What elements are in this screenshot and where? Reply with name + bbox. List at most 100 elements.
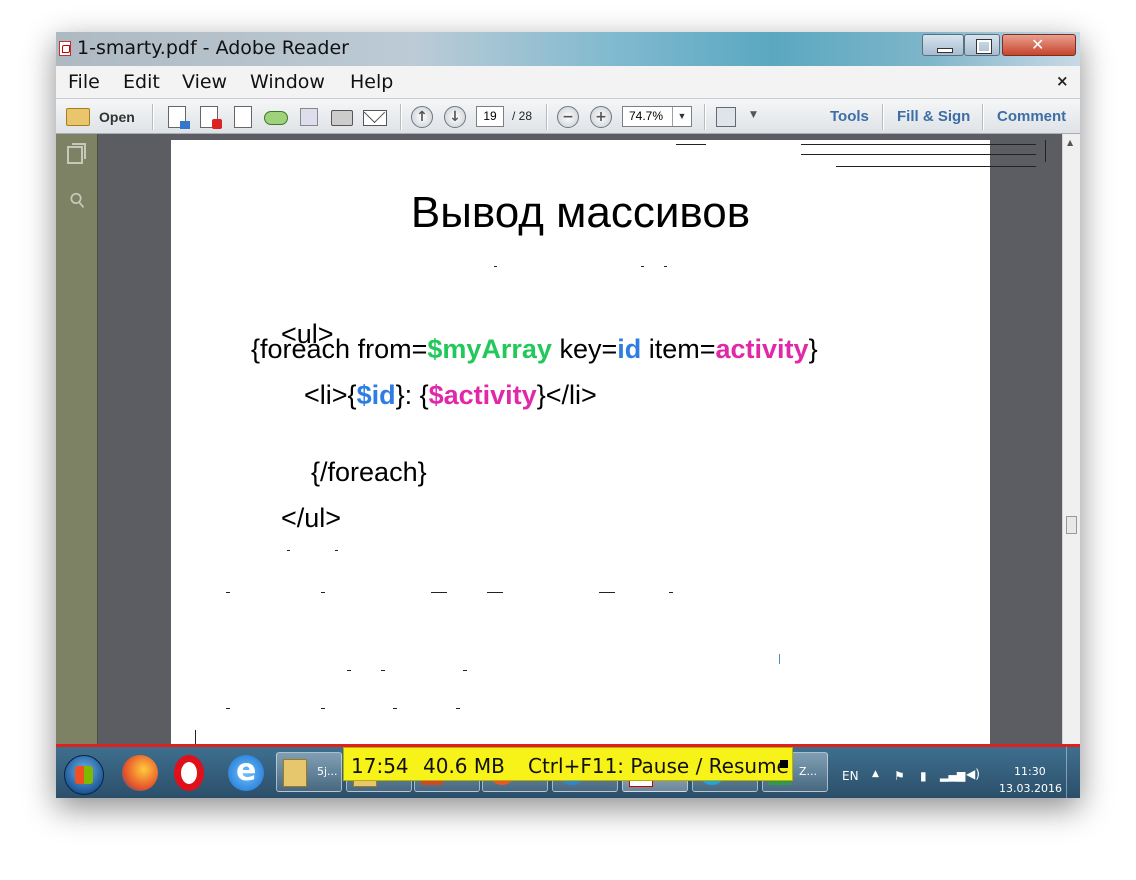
recorder-time: 17:54	[351, 754, 409, 778]
vertical-scrollbar[interactable]: ▲	[1062, 134, 1080, 746]
recorder-status-bar: 17:54 40.6 MB Ctrl+F11: Pause / Resume	[343, 747, 793, 781]
adobe-reader-window: 1-smarty.pdf - Adobe Reader File Edit Vi…	[56, 32, 1080, 798]
code-text: <li>{	[304, 380, 357, 410]
code-key: $id	[356, 380, 396, 410]
page-artifact	[801, 154, 1036, 155]
page-artifact	[641, 266, 644, 267]
title-bar[interactable]: 1-smarty.pdf - Adobe Reader	[56, 32, 1080, 66]
code-text: item=	[641, 334, 716, 364]
code-key: id	[617, 334, 642, 364]
page-artifact	[321, 592, 325, 593]
fit-page-icon[interactable]	[716, 107, 736, 127]
page-artifact	[321, 708, 325, 709]
slide-title: Вывод массивов	[410, 188, 751, 237]
stop-icon[interactable]	[780, 760, 788, 768]
page-artifact	[836, 166, 1036, 167]
show-desktop-button[interactable]	[1066, 747, 1080, 798]
maximize-button[interactable]	[964, 34, 1000, 56]
chevron-down-icon[interactable]: ▼	[672, 107, 691, 126]
pdf-file-icon	[59, 41, 71, 56]
volume-icon[interactable]: ◀)	[966, 767, 980, 781]
tools-button[interactable]: Tools	[830, 108, 869, 125]
email-icon[interactable]	[363, 110, 387, 126]
clock-time[interactable]: 11:30	[1014, 765, 1046, 778]
menu-file[interactable]: File	[68, 71, 100, 93]
open-button[interactable]: Open	[99, 109, 135, 125]
taskbar-button-explorer[interactable]: 5j...	[276, 752, 342, 792]
code-text: }</li>	[536, 380, 597, 410]
page-artifact	[335, 550, 338, 551]
code-item: $activity	[428, 380, 537, 410]
open-folder-icon[interactable]	[66, 108, 90, 126]
page-artifact	[431, 592, 447, 593]
opera-icon[interactable]	[174, 755, 204, 791]
battery-icon[interactable]: ▮	[920, 769, 927, 783]
page-artifact	[463, 670, 467, 671]
comment-button[interactable]: Comment	[997, 108, 1066, 125]
edit-doc-icon[interactable]	[234, 106, 252, 128]
network-signal-icon[interactable]: ▂▄▆	[940, 769, 965, 782]
taskbar-label: 5j...	[317, 765, 338, 778]
page-thumbnails-icon[interactable]	[67, 143, 86, 164]
folder-icon	[283, 759, 307, 787]
code-line: <li>{$id}: {$activity}</li>	[304, 380, 597, 411]
zoom-select[interactable]: 74.7% ▼	[622, 106, 692, 127]
page-artifact	[487, 592, 503, 593]
attachments-icon[interactable]: ⚲	[64, 186, 91, 214]
menu-window[interactable]: Window	[250, 71, 325, 93]
zoom-in-icon[interactable]: +	[590, 106, 612, 128]
pdf-page[interactable]: Вывод массивов <ul> {foreach from=$myArr…	[171, 140, 1046, 748]
language-indicator[interactable]: EN	[842, 769, 859, 783]
toolbar: Open ↑ ↓ 19 / 28 − + 74.7% ▼ ▼ Tools Fil…	[56, 98, 1080, 134]
toolbar-separator	[982, 104, 984, 130]
toolbar-separator	[152, 104, 154, 130]
fill-sign-button[interactable]: Fill & Sign	[897, 108, 970, 125]
minimize-button[interactable]	[922, 34, 964, 56]
firefox-icon[interactable]	[122, 755, 158, 791]
menu-help[interactable]: Help	[350, 71, 393, 93]
close-button[interactable]	[1002, 34, 1076, 56]
page-artifact	[287, 550, 290, 551]
chevron-down-icon[interactable]: ▼	[750, 110, 757, 120]
page-number-input[interactable]: 19	[476, 106, 504, 127]
window-title: 1-smarty.pdf - Adobe Reader	[77, 37, 349, 59]
page-artifact	[664, 266, 667, 267]
internet-explorer-icon[interactable]	[228, 753, 264, 791]
taskbar-label: Z...	[799, 765, 818, 778]
cloud-upload-icon[interactable]	[264, 111, 288, 125]
page-artifact	[226, 708, 230, 709]
zoom-out-icon[interactable]: −	[557, 106, 579, 128]
code-text: </ul>	[281, 503, 342, 533]
menu-bar: File Edit View Window Help ×	[56, 66, 1080, 98]
export-pdf-icon[interactable]	[200, 106, 222, 129]
save-icon[interactable]	[300, 108, 318, 126]
create-pdf-icon[interactable]	[168, 106, 190, 129]
toolbar-separator	[400, 104, 402, 130]
scrollbar-thumb[interactable]	[1066, 516, 1077, 534]
menu-view[interactable]: View	[182, 71, 227, 93]
scroll-up-icon[interactable]: ▲	[1067, 138, 1073, 147]
code-variable: $myArray	[427, 334, 552, 364]
windows-start-button[interactable]	[64, 755, 104, 795]
next-page-icon[interactable]: ↓	[444, 106, 466, 128]
page-artifact	[226, 592, 230, 593]
clock-date[interactable]: 13.03.2016	[999, 782, 1062, 795]
document-close-icon[interactable]: ×	[1056, 72, 1069, 90]
page-artifact	[599, 592, 615, 593]
action-center-flag-icon[interactable]: ⚑	[894, 769, 905, 783]
print-icon[interactable]	[331, 110, 353, 126]
menu-edit[interactable]: Edit	[123, 71, 160, 93]
page-artifact	[801, 144, 1036, 145]
code-text: {foreach from=	[251, 334, 428, 364]
code-text: }	[808, 334, 818, 364]
recorder-hint: Ctrl+F11: Pause / Resume	[528, 754, 789, 778]
code-text: }: {	[395, 380, 429, 410]
page-total: / 28	[512, 109, 533, 123]
recorder-size: 40.6 MB	[423, 754, 505, 778]
show-hidden-icons-icon[interactable]: ▲	[872, 769, 879, 779]
previous-page-icon[interactable]: ↑	[411, 106, 433, 128]
windows-taskbar: 5j... Z... 17:54 40.6 MB Ctrl+F11: Pause…	[56, 747, 1080, 798]
toolbar-separator	[546, 104, 548, 130]
document-area: ⚲ Вывод массивов <ul> {foreach from=$myA…	[56, 134, 1080, 748]
page-artifact	[456, 708, 460, 709]
